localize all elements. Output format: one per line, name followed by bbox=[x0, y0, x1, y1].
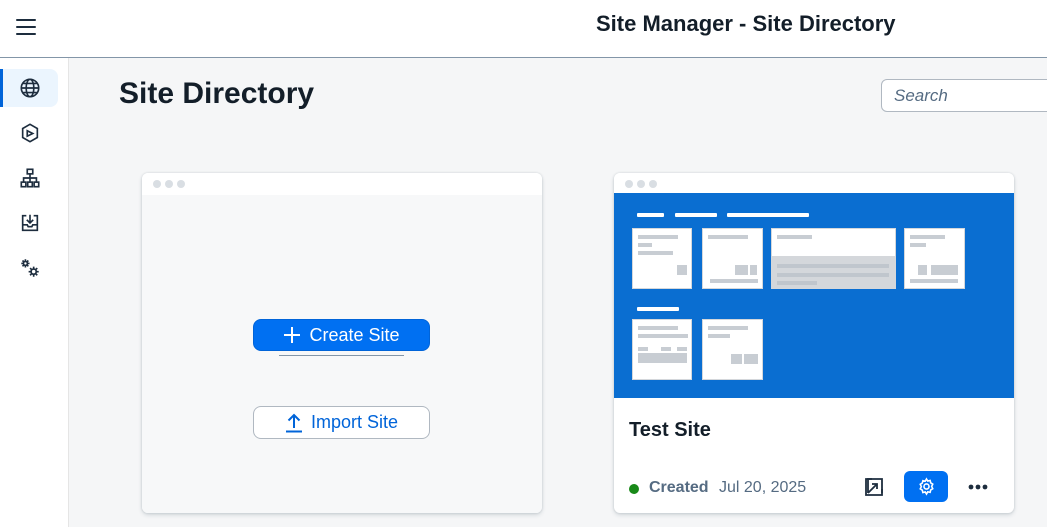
open-site-button[interactable] bbox=[852, 471, 896, 502]
upload-icon bbox=[285, 413, 302, 432]
content-icon bbox=[21, 123, 39, 143]
site-settings-button[interactable] bbox=[904, 471, 948, 502]
app-title: Site Manager - Site Directory bbox=[596, 11, 896, 36]
create-site-card: Create Site Import Site bbox=[142, 173, 542, 513]
create-site-label: Create Site bbox=[309, 324, 400, 345]
site-preview[interactable] bbox=[614, 193, 1014, 398]
globe-icon bbox=[20, 78, 40, 98]
status-indicator bbox=[629, 484, 639, 494]
divider bbox=[279, 355, 404, 356]
search-input[interactable] bbox=[881, 79, 1047, 112]
import-site-label: Import Site bbox=[310, 412, 399, 432]
import-site-button[interactable]: Import Site bbox=[253, 406, 430, 439]
overflow-icon bbox=[968, 484, 988, 489]
open-in-new-icon bbox=[865, 477, 883, 496]
gear-icon bbox=[918, 477, 934, 496]
hierarchy-icon bbox=[20, 168, 40, 188]
status-text: Created bbox=[649, 479, 709, 496]
site-date: Jul 20, 2025 bbox=[719, 479, 807, 496]
site-name[interactable]: Test Site bbox=[629, 419, 711, 442]
more-options-button[interactable] bbox=[956, 471, 1000, 502]
sidebar-item-settings[interactable] bbox=[2, 249, 58, 287]
site-card[interactable]: Test Site Created Jul 20, 2025 bbox=[614, 173, 1014, 513]
create-site-button[interactable]: Create Site bbox=[253, 319, 430, 351]
shell-bar: Site Manager - Site Directory bbox=[0, 0, 1047, 58]
side-navigation bbox=[0, 58, 69, 527]
sidebar-item-hierarchy[interactable] bbox=[2, 159, 58, 197]
sidebar-item-content[interactable] bbox=[2, 114, 58, 152]
settings-icon bbox=[21, 259, 39, 277]
sidebar-item-import[interactable] bbox=[2, 204, 58, 242]
inbox-icon bbox=[21, 214, 39, 232]
card-header bbox=[614, 173, 1014, 195]
sidebar-item-site-directory[interactable] bbox=[0, 69, 58, 107]
create-site-body: Create Site Import Site bbox=[142, 195, 542, 513]
plus-icon bbox=[284, 327, 301, 343]
menu-icon[interactable] bbox=[12, 14, 40, 40]
card-header bbox=[142, 173, 542, 195]
page-title: Site Directory bbox=[119, 77, 315, 110]
